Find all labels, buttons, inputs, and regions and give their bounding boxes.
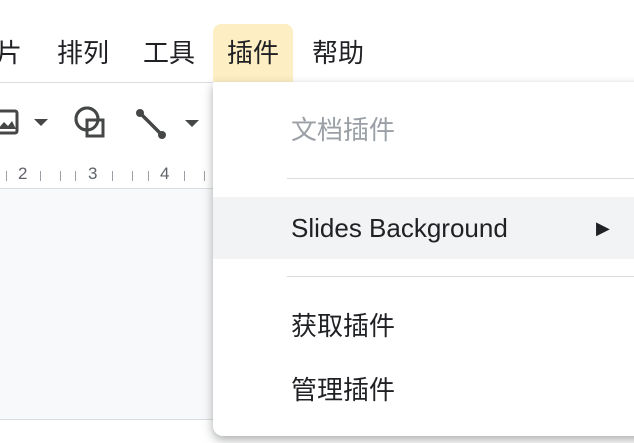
addons-menu: 文档插件 Slides Background ▶ 获取插件 管理插件 (213, 82, 634, 436)
menu-item-get-addons[interactable]: 获取插件 (213, 295, 634, 357)
image-icon[interactable] (0, 107, 22, 137)
menu-item-manage-addons[interactable]: 管理插件 (213, 359, 634, 421)
ruler-tick (112, 171, 113, 181)
ruler-tick (148, 171, 149, 181)
ruler-tick (6, 171, 7, 181)
menu-slide[interactable]: 片 (0, 24, 22, 82)
menu-item-label: Slides Background (291, 213, 508, 243)
menu-item-slides-background[interactable]: Slides Background ▶ (213, 197, 634, 259)
line-dropdown-arrow-icon[interactable] (184, 119, 200, 129)
line-icon[interactable] (134, 107, 168, 141)
ruler-tick (40, 171, 41, 181)
ruler-number: 3 (88, 164, 98, 183)
addons-menu-header: 文档插件 (291, 115, 396, 145)
ruler-tick (60, 171, 61, 181)
ruler-tick (204, 171, 205, 181)
image-dropdown-arrow-icon[interactable] (33, 118, 49, 128)
ruler-tick (132, 171, 133, 181)
menu-help[interactable]: 帮助 (312, 24, 364, 82)
shape-icon[interactable] (72, 105, 108, 141)
menu-tools[interactable]: 工具 (143, 24, 195, 82)
ruler-number: 4 (160, 164, 170, 183)
ruler-tick (75, 171, 76, 181)
menu-addons[interactable]: 插件 (213, 24, 294, 82)
menu-arrange[interactable]: 排列 (57, 24, 109, 82)
menu-separator (287, 276, 634, 277)
menu-separator (287, 178, 634, 179)
menu-bar: 片 排列 工具 插件 帮助 (0, 0, 634, 82)
ruler-tick (184, 171, 185, 181)
ruler-number: 2 (18, 164, 28, 183)
submenu-arrow-icon: ▶ (596, 218, 610, 238)
